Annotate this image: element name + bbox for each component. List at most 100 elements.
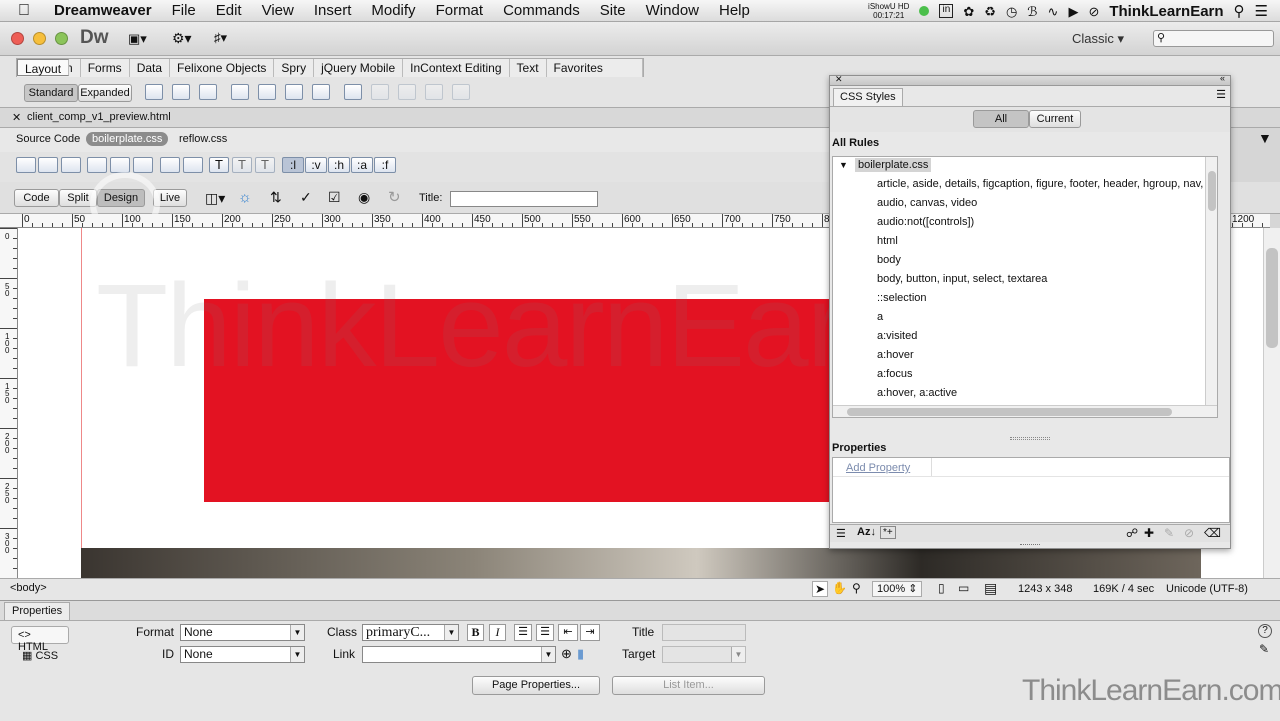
linkedin-icon[interactable]: in — [939, 4, 954, 18]
media-query-h[interactable]: :h — [328, 157, 350, 173]
refresh-icon[interactable]: ↻ — [388, 188, 401, 206]
sync-icon[interactable]: ♻ — [984, 5, 996, 18]
tab-current[interactable]: Current — [1029, 110, 1081, 128]
collapse-panel-icon[interactable]: « — [1220, 73, 1225, 83]
page-properties-button[interactable]: Page Properties... — [472, 676, 600, 695]
format-select[interactable]: None ▼ — [180, 624, 305, 641]
menu-app[interactable]: Dreamweaver — [44, 2, 162, 19]
text-icon-3[interactable]: T — [255, 157, 275, 173]
brand-menu[interactable]: ThinkLearnEarn — [1109, 3, 1223, 20]
tab-spry[interactable]: Spry — [274, 59, 315, 77]
check-browser-icon[interactable]: ✓ — [300, 189, 312, 206]
toolbar-icon-5[interactable] — [110, 157, 130, 173]
tag-selector[interactable]: <body> — [10, 582, 47, 594]
unordered-list-button[interactable]: ☰ — [514, 624, 532, 641]
list-item-button[interactable]: List Item... — [612, 676, 765, 695]
panel-options-icon[interactable]: ☰ — [1216, 88, 1226, 101]
target-select[interactable]: ▼ — [662, 646, 746, 663]
document-tab[interactable]: client_comp_v1_preview.html — [27, 111, 171, 123]
tab-jquery-mobile[interactable]: jQuery Mobile — [314, 59, 404, 77]
hand-tool-icon[interactable]: ✋ — [832, 581, 847, 595]
css-rule-item[interactable]: a:hover, a:active — [877, 387, 957, 399]
css-rule-item[interactable]: body, button, input, select, textarea — [877, 273, 1047, 285]
tab-text[interactable]: Text — [510, 59, 547, 77]
css-rule-item[interactable]: body — [877, 254, 901, 266]
wifi-icon[interactable]: ∿ — [1048, 5, 1059, 18]
help-icon[interactable]: ? — [1258, 624, 1272, 638]
add-property-link[interactable]: Add Property — [846, 462, 910, 474]
search-input[interactable]: ⚲ — [1153, 30, 1274, 47]
resize-handle[interactable] — [1020, 544, 1040, 547]
tab-incontext[interactable]: InContext Editing — [403, 59, 510, 77]
media-query-v[interactable]: :v — [305, 157, 327, 173]
toolbar-icon-2[interactable] — [38, 157, 58, 173]
category-view-icon[interactable]: ☰ — [836, 527, 846, 540]
insert-footer-icon[interactable] — [312, 84, 330, 100]
desktop-size-icon[interactable]: ▤ — [984, 580, 997, 597]
menu-modify[interactable]: Modify — [361, 2, 425, 19]
properties-grid[interactable]: Add Property — [832, 457, 1230, 523]
vertical-scrollbar[interactable] — [1263, 228, 1280, 578]
set-props-icon[interactable]: *+ — [880, 526, 896, 539]
preview-globe-icon[interactable]: ☼ — [238, 189, 252, 206]
volume-icon[interactable]: ▶ — [1068, 5, 1078, 18]
properties-tab[interactable]: Properties — [4, 602, 71, 620]
alpha-view-icon[interactable]: Az↓ — [857, 526, 876, 538]
reflow-link[interactable]: reflow.css — [179, 133, 227, 145]
toolbar-icon-1[interactable] — [16, 157, 36, 173]
file-management-icon[interactable]: ⇅ — [270, 189, 282, 206]
menu-site[interactable]: Site — [590, 2, 636, 19]
code-view-button[interactable]: Code — [14, 189, 59, 207]
standard-mode-button[interactable]: Standard — [24, 84, 78, 102]
italic-button[interactable]: I — [489, 624, 506, 641]
edit-rule-icon[interactable]: ✎ — [1164, 526, 1174, 540]
menu-window[interactable]: Window — [636, 2, 709, 19]
select-tool-icon[interactable]: ➤ — [812, 581, 829, 597]
css-rule-item[interactable]: ::selection — [877, 292, 927, 304]
gear-icon[interactable]: ⚙▾ — [172, 30, 192, 47]
tab-felixone[interactable]: Felixone Objects — [170, 59, 275, 77]
workspace-switcher[interactable]: Classic ▾ — [1072, 31, 1124, 47]
tab-data[interactable]: Data — [130, 59, 171, 77]
outdent-button[interactable]: ⇤ — [558, 624, 578, 641]
apple-icon[interactable]:  — [0, 2, 44, 20]
paw-icon[interactable]: ✿ — [963, 5, 974, 18]
panel-tab-css-styles[interactable]: CSS Styles — [833, 88, 903, 106]
scroll-thumb[interactable] — [1266, 248, 1278, 348]
expanded-mode-button[interactable]: Expanded — [78, 84, 132, 102]
menu-edit[interactable]: Edit — [206, 2, 252, 19]
css-rule-item[interactable]: a — [877, 311, 883, 323]
insert-header-icon[interactable] — [258, 84, 276, 100]
css-rule-item[interactable]: a:focus — [877, 368, 912, 380]
source-code-link[interactable]: Source Code — [16, 133, 80, 145]
css-rule-item[interactable]: audio, canvas, video — [877, 197, 977, 209]
zoom-tool-icon[interactable]: ⚲ — [852, 581, 861, 595]
validate-icon[interactable]: ☑ — [328, 189, 341, 206]
title-field[interactable] — [662, 624, 746, 641]
class-select[interactable]: primaryC... ▼ — [362, 624, 459, 641]
html-mode-button[interactable]: <> HTML — [11, 626, 69, 653]
splitter-handle[interactable] — [1010, 437, 1050, 440]
css-rule-item[interactable]: a:hover — [877, 349, 914, 361]
mobile-size-icon[interactable]: ▯ — [938, 581, 945, 595]
point-to-file-icon[interactable]: ⊕ — [561, 646, 572, 662]
toolbar-icon-8[interactable] — [183, 157, 203, 173]
zoom-window-button[interactable] — [55, 32, 68, 45]
time-machine-icon[interactable]: ◷ — [1006, 5, 1017, 18]
stylesheet-rule[interactable]: boilerplate.css — [855, 158, 932, 172]
clock-icon[interactable]: ⊘ — [1088, 5, 1099, 18]
boilerplate-link[interactable]: boilerplate.css — [86, 132, 169, 146]
minimize-window-button[interactable] — [33, 32, 46, 45]
text-icon-1[interactable]: T — [209, 157, 229, 173]
list-icon[interactable]: ☰ — [1255, 4, 1268, 19]
multiscreen-icon[interactable]: ◫▾ — [205, 190, 225, 207]
close-doc-icon[interactable]: ✕ — [12, 111, 21, 124]
text-icon-2[interactable]: T — [232, 157, 252, 173]
tab-layout[interactable]: Layout — [17, 59, 70, 76]
expand-triangle-icon[interactable]: ▼ — [839, 160, 848, 170]
insert-frame-icon[interactable] — [344, 84, 362, 100]
indent-button[interactable]: ⇥ — [580, 624, 600, 641]
browse-folder-icon[interactable]: ▮ — [577, 646, 584, 662]
site-icon[interactable]: ♯▾ — [214, 30, 227, 46]
new-rule-icon[interactable]: ✚ — [1144, 526, 1154, 540]
